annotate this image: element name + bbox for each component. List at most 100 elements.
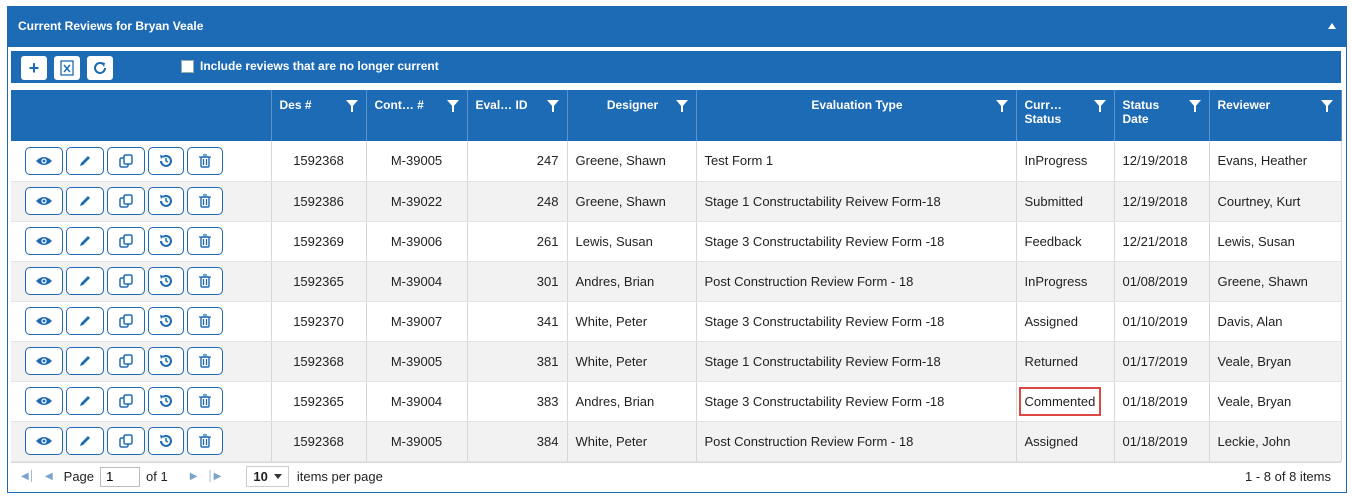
copy-button[interactable] <box>107 267 145 295</box>
designer-cell-text: Andres, Brian <box>575 393 655 409</box>
filter-icon[interactable] <box>995 100 1008 112</box>
status-date-cell-text: 12/19/2018 <box>1122 153 1188 169</box>
copy-button[interactable] <box>107 347 145 375</box>
history-button[interactable] <box>148 187 184 215</box>
column-header-current-status[interactable]: Curr… Status <box>1016 90 1115 141</box>
edit-button[interactable] <box>66 227 104 255</box>
delete-button[interactable] <box>187 427 223 455</box>
evaluation-type-cell: Stage 3 Constructability Review Form -18 <box>696 381 1017 422</box>
filter-icon[interactable] <box>446 100 459 112</box>
delete-button[interactable] <box>187 307 223 335</box>
view-button[interactable] <box>25 146 63 175</box>
filter-icon[interactable] <box>1188 100 1201 112</box>
des-cell-text: 1592369 <box>293 233 344 249</box>
evaluation-type-cell: Stage 1 Constructability Reivew Form-18 <box>696 181 1017 222</box>
designer-cell: White, Peter <box>567 301 697 342</box>
panel-title: Current Reviews for Bryan Veale <box>18 19 204 33</box>
table-row[interactable]: 1592365 M-39004 301 Andres, Brian Post Const… <box>11 261 1342 302</box>
delete-button[interactable] <box>187 187 223 215</box>
column-header-eval-id[interactable]: Eval… ID <box>467 90 568 141</box>
copy-button[interactable] <box>107 187 145 215</box>
copy-button[interactable] <box>107 307 145 335</box>
refresh-button[interactable] <box>86 55 114 81</box>
edit-button[interactable] <box>66 267 104 295</box>
filter-icon[interactable] <box>345 100 358 112</box>
table-row[interactable]: 1592365 M-39004 383 Andres, Brian Stage 3 Co… <box>11 381 1342 422</box>
column-header-contract[interactable]: Cont… # <box>366 90 468 141</box>
column-header-designer[interactable]: Designer <box>567 90 697 141</box>
column-header-status-date[interactable]: Status Date <box>1114 90 1210 141</box>
edit-button[interactable] <box>66 387 104 415</box>
delete-icon <box>198 393 212 409</box>
next-page-icon[interactable]: ▶ <box>190 471 198 482</box>
copy-icon <box>118 433 134 449</box>
filter-icon[interactable] <box>1320 100 1333 112</box>
table-row[interactable]: 1592368 M-39005 381 White, Peter Stage 1 Con… <box>11 341 1342 382</box>
delete-button[interactable] <box>187 146 223 175</box>
history-button[interactable] <box>148 387 184 415</box>
filter-icon[interactable] <box>675 100 688 112</box>
column-header-evaluation-type[interactable]: Evaluation Type <box>696 90 1017 141</box>
evaluation-type-cell-text: Post Construction Review Form - 18 <box>704 433 914 449</box>
history-button[interactable] <box>148 307 184 335</box>
view-button[interactable] <box>25 347 63 375</box>
edit-button[interactable] <box>66 347 104 375</box>
include-noncurrent-toggle[interactable]: Include reviews that are no longer curre… <box>181 59 439 73</box>
table-row[interactable]: 1592370 M-39007 341 White, Peter Stage 3 Con… <box>11 301 1342 342</box>
view-button[interactable] <box>25 227 63 255</box>
view-icon <box>35 195 53 207</box>
last-page-icon[interactable]: │▶ <box>207 471 221 482</box>
column-header-reviewer[interactable]: Reviewer <box>1209 90 1342 141</box>
history-button[interactable] <box>148 347 184 375</box>
table-row[interactable]: 1592368 M-39005 384 White, Peter Post Constr… <box>11 421 1342 462</box>
table-row[interactable]: 1592369 M-39006 261 Lewis, Susan Stage 3 Con… <box>11 221 1342 262</box>
edit-button[interactable] <box>66 307 104 335</box>
page-size-select[interactable]: 10 <box>246 466 289 487</box>
panel-header[interactable]: Current Reviews for Bryan Veale <box>8 7 1346 47</box>
column-label: Evaluation Type <box>811 98 903 112</box>
export-excel-button[interactable] <box>53 55 81 81</box>
edit-button[interactable] <box>66 187 104 215</box>
first-page-icon[interactable]: ◀│ <box>21 471 35 482</box>
eval-id-cell-text: 383 <box>536 393 559 409</box>
history-button[interactable] <box>148 267 184 295</box>
page-number-input[interactable] <box>100 466 141 487</box>
row-actions-cell <box>11 221 272 262</box>
delete-button[interactable] <box>187 347 223 375</box>
prev-page-icon[interactable]: ◀ <box>45 471 53 482</box>
evaluation-type-cell-text: Stage 1 Constructability Review Form-18 <box>704 353 941 369</box>
delete-icon <box>198 353 212 369</box>
reviewer-cell-text: Leckie, John <box>1217 433 1291 449</box>
column-header-des[interactable]: Des # <box>271 90 367 141</box>
reviewer-cell: Evans, Heather <box>1209 141 1342 182</box>
history-button[interactable] <box>148 146 184 175</box>
delete-button[interactable] <box>187 227 223 255</box>
view-button[interactable] <box>25 307 63 335</box>
delete-button[interactable] <box>187 267 223 295</box>
copy-icon <box>118 353 134 369</box>
copy-button[interactable] <box>107 387 145 415</box>
copy-button[interactable] <box>107 427 145 455</box>
designer-cell: Andres, Brian <box>567 381 697 422</box>
add-button[interactable]: + <box>20 55 48 81</box>
status-date-cell-text: 12/21/2018 <box>1122 233 1188 249</box>
delete-button[interactable] <box>187 387 223 415</box>
copy-button[interactable] <box>107 227 145 255</box>
filter-icon[interactable] <box>1093 100 1106 112</box>
edit-button[interactable] <box>66 146 104 175</box>
edit-button[interactable] <box>66 427 104 455</box>
view-button[interactable] <box>25 427 63 455</box>
include-noncurrent-checkbox[interactable] <box>181 59 194 73</box>
copy-button[interactable] <box>107 146 145 175</box>
table-row[interactable]: 1592386 M-39022 248 Greene, Shawn Stage 1 Co… <box>11 181 1342 222</box>
history-button[interactable] <box>148 427 184 455</box>
view-button[interactable] <box>25 387 63 415</box>
filter-icon[interactable] <box>546 100 559 112</box>
status-cell-text: Commented <box>1018 386 1102 416</box>
view-button[interactable] <box>25 267 63 295</box>
collapse-icon[interactable] <box>1328 23 1336 29</box>
table-row[interactable]: 1592368 M-39005 247 Greene, Shawn Test Form … <box>11 141 1342 182</box>
contract-cell-text: M-39006 <box>390 233 443 249</box>
view-button[interactable] <box>25 187 63 215</box>
history-button[interactable] <box>148 227 184 255</box>
